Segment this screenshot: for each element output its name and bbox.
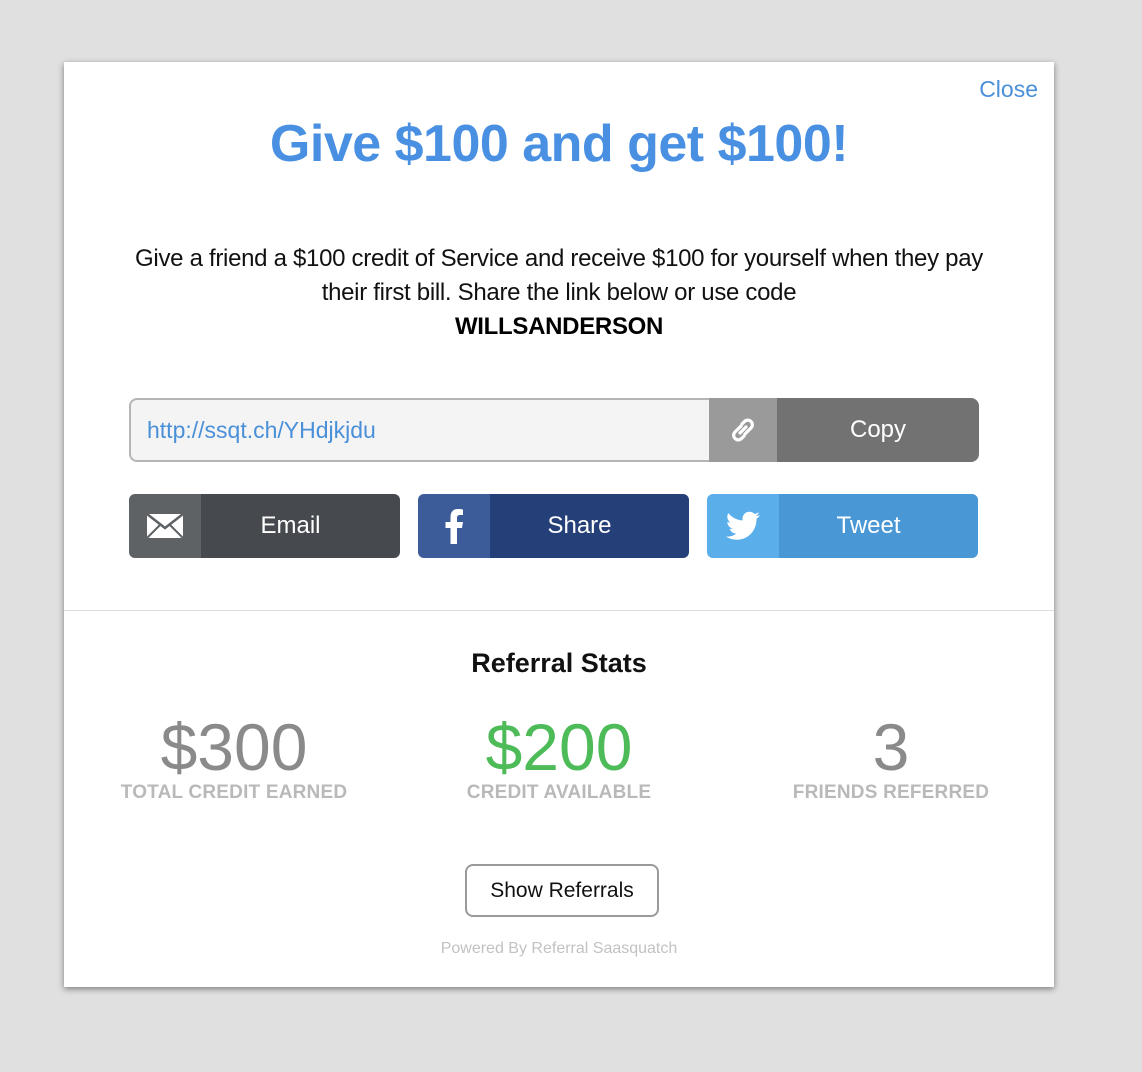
headline: Give $100 and get $100!: [269, 115, 849, 173]
referral-stats-title: Referral Stats: [471, 648, 647, 678]
stat-caption: CREDIT AVAILABLE: [466, 782, 652, 803]
facebook-icon: [418, 494, 490, 558]
stat-value: 3: [872, 710, 910, 784]
tweet-button-label: Tweet: [779, 494, 978, 558]
email-button-label: Email: [201, 494, 400, 558]
tweet-button[interactable]: Tweet: [707, 494, 978, 558]
envelope-icon: [129, 494, 201, 558]
email-button[interactable]: Email: [129, 494, 400, 558]
stat-caption: FRIENDS REFERRED: [792, 782, 990, 803]
description: Give a friend a $100 credit of Service a…: [124, 242, 994, 344]
link-icon: [709, 398, 777, 462]
referral-modal: Close Give $100 and get $100! Give a fri…: [64, 62, 1054, 987]
stat-value: $300: [160, 710, 308, 784]
twitter-icon: [707, 494, 779, 558]
powered-by-text: Powered By Referral Saasquatch: [440, 940, 678, 957]
copy-button[interactable]: Copy: [777, 398, 979, 462]
close-link[interactable]: Close: [979, 76, 1038, 103]
referral-code: WILLSANDERSON: [454, 313, 664, 340]
description-text: Give a friend a $100 credit of Service a…: [135, 245, 983, 306]
stat-friends-referred: 3 FRIENDS REFERRED: [741, 712, 1041, 804]
share-link-input[interactable]: [129, 398, 709, 462]
stat-caption: TOTAL CREDIT EARNED: [120, 782, 348, 803]
section-divider: [64, 610, 1054, 611]
share-buttons: Email Share Tweet: [129, 494, 979, 558]
facebook-share-button[interactable]: Share: [418, 494, 689, 558]
stat-total-credit-earned: $300 TOTAL CREDIT EARNED: [84, 712, 384, 804]
show-referrals-button[interactable]: Show Referrals: [465, 864, 659, 917]
facebook-button-label: Share: [490, 494, 689, 558]
stat-credit-available: $200 CREDIT AVAILABLE: [409, 712, 709, 804]
share-link-row: Copy: [129, 398, 979, 462]
stat-value: $200: [485, 710, 633, 784]
